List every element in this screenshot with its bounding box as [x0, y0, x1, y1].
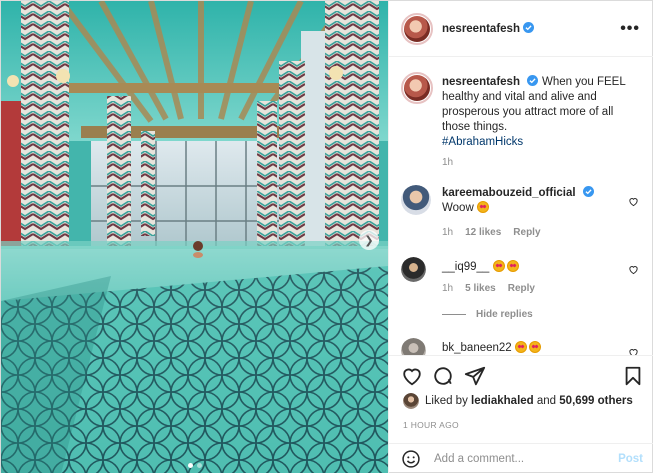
likes-and: and — [536, 395, 557, 407]
commenter-avatar-image — [401, 185, 431, 215]
author-avatar[interactable] — [401, 13, 433, 45]
comment-username[interactable]: __iq99__ — [442, 261, 489, 273]
next-photo-button[interactable]: ❯ — [359, 230, 379, 250]
comment-likes[interactable]: 12 likes — [465, 227, 501, 238]
comment-meta: 1h 12 likes Reply — [442, 227, 553, 238]
comment-like-heart-icon[interactable] — [628, 196, 639, 207]
more-options-icon[interactable]: ••• — [620, 20, 640, 38]
carousel-dot — [197, 463, 202, 468]
likes-others-count[interactable]: 50,699 others — [559, 395, 633, 407]
post-photo[interactable]: ❯ — [1, 1, 388, 473]
liker-avatar-image — [403, 393, 419, 409]
comment-reply-button[interactable]: Reply — [508, 283, 535, 294]
commenter-avatar-image — [401, 257, 426, 282]
carousel-indicator — [188, 463, 202, 468]
comment-text: Woow — [442, 202, 474, 214]
commenter-avatar-image — [401, 338, 426, 355]
likes-prefix: Liked by — [425, 395, 468, 407]
post-comment-button[interactable]: Post — [618, 453, 643, 465]
post-timestamp[interactable]: 1 HOUR AGO — [403, 420, 459, 430]
post-side-panel: nesreentafesh ••• nesreentafesh When you … — [388, 1, 653, 473]
heart-eyes-emoji-icon — [476, 201, 489, 213]
comment-input[interactable]: Add a comment... — [434, 453, 524, 465]
comment-meta: 1h 5 likes Reply — [442, 283, 547, 294]
comment-username[interactable]: bk_baneen22 — [442, 342, 512, 354]
caption-avatar-image — [404, 75, 430, 101]
heart-icon[interactable] — [401, 365, 423, 387]
caption-meta: 1h — [442, 157, 465, 168]
caption-username[interactable]: nesreentafesh — [442, 76, 520, 88]
comment-username[interactable]: kareemabouzeid_official — [442, 187, 576, 199]
post-header: nesreentafesh ••• — [389, 1, 653, 57]
heart-eyes-emoji-icon — [514, 341, 527, 353]
verified-badge-icon — [526, 75, 538, 86]
author-name-row: nesreentafesh — [442, 22, 534, 35]
add-comment-bar: Add a comment... Post — [389, 443, 653, 473]
heart-eyes-emoji-icon — [492, 260, 505, 272]
verified-badge-icon — [522, 22, 534, 33]
comment-time: 1h — [442, 283, 454, 294]
chevron-right-icon: ❯ — [364, 234, 374, 247]
comment-like-heart-icon[interactable] — [628, 347, 639, 355]
comment-likes[interactable]: 5 likes — [465, 283, 496, 294]
hide-replies-button[interactable]: Hide replies — [442, 309, 533, 320]
caption-time: 1h — [442, 157, 454, 168]
commenter-avatar[interactable] — [401, 257, 426, 282]
heart-eyes-emoji-icon — [506, 260, 519, 272]
author-username[interactable]: nesreentafesh — [442, 23, 520, 35]
liker-username[interactable]: lediakhaled — [471, 395, 534, 407]
caption-text-block: nesreentafesh When you FEEL healthy and v… — [442, 75, 632, 150]
carousel-dot — [188, 463, 193, 468]
verified-badge-icon — [582, 186, 594, 197]
caption-avatar[interactable] — [401, 72, 433, 104]
comment-like-heart-icon[interactable] — [628, 264, 639, 275]
comment-reply-button[interactable]: Reply — [513, 227, 540, 238]
pool-photo — [1, 1, 388, 473]
comment-time: 1h — [442, 227, 454, 238]
smile-icon[interactable] — [401, 449, 421, 469]
hide-replies-label: Hide replies — [476, 309, 533, 320]
heart-eyes-emoji-icon — [528, 341, 541, 353]
paper-plane-icon[interactable] — [464, 365, 486, 387]
caption-hashtag[interactable]: #AbrahamHicks — [442, 136, 523, 148]
comment-text-block: kareemabouzeid_official Woow — [442, 186, 632, 216]
commenter-avatar[interactable] — [401, 185, 431, 215]
divider-line — [442, 314, 466, 315]
liker-avatar[interactable] — [403, 393, 419, 409]
likes-summary: Liked by lediakhaled and 50,699 others — [403, 393, 633, 409]
comment-icon[interactable] — [432, 365, 454, 387]
comment-text-block: __iq99__ — [442, 260, 632, 275]
comment-text-block: bk_baneen22 — [442, 341, 632, 355]
instagram-post: ❯ nesreentafesh ••• nesreentafesh When y… — [0, 0, 653, 473]
bookmark-icon[interactable] — [622, 365, 644, 387]
post-actions: Liked by lediakhaled and 50,699 others 1… — [389, 355, 653, 443]
commenter-avatar[interactable] — [401, 338, 426, 355]
comments-section: nesreentafesh When you FEEL healthy and v… — [389, 58, 653, 355]
author-avatar-image — [404, 16, 430, 42]
